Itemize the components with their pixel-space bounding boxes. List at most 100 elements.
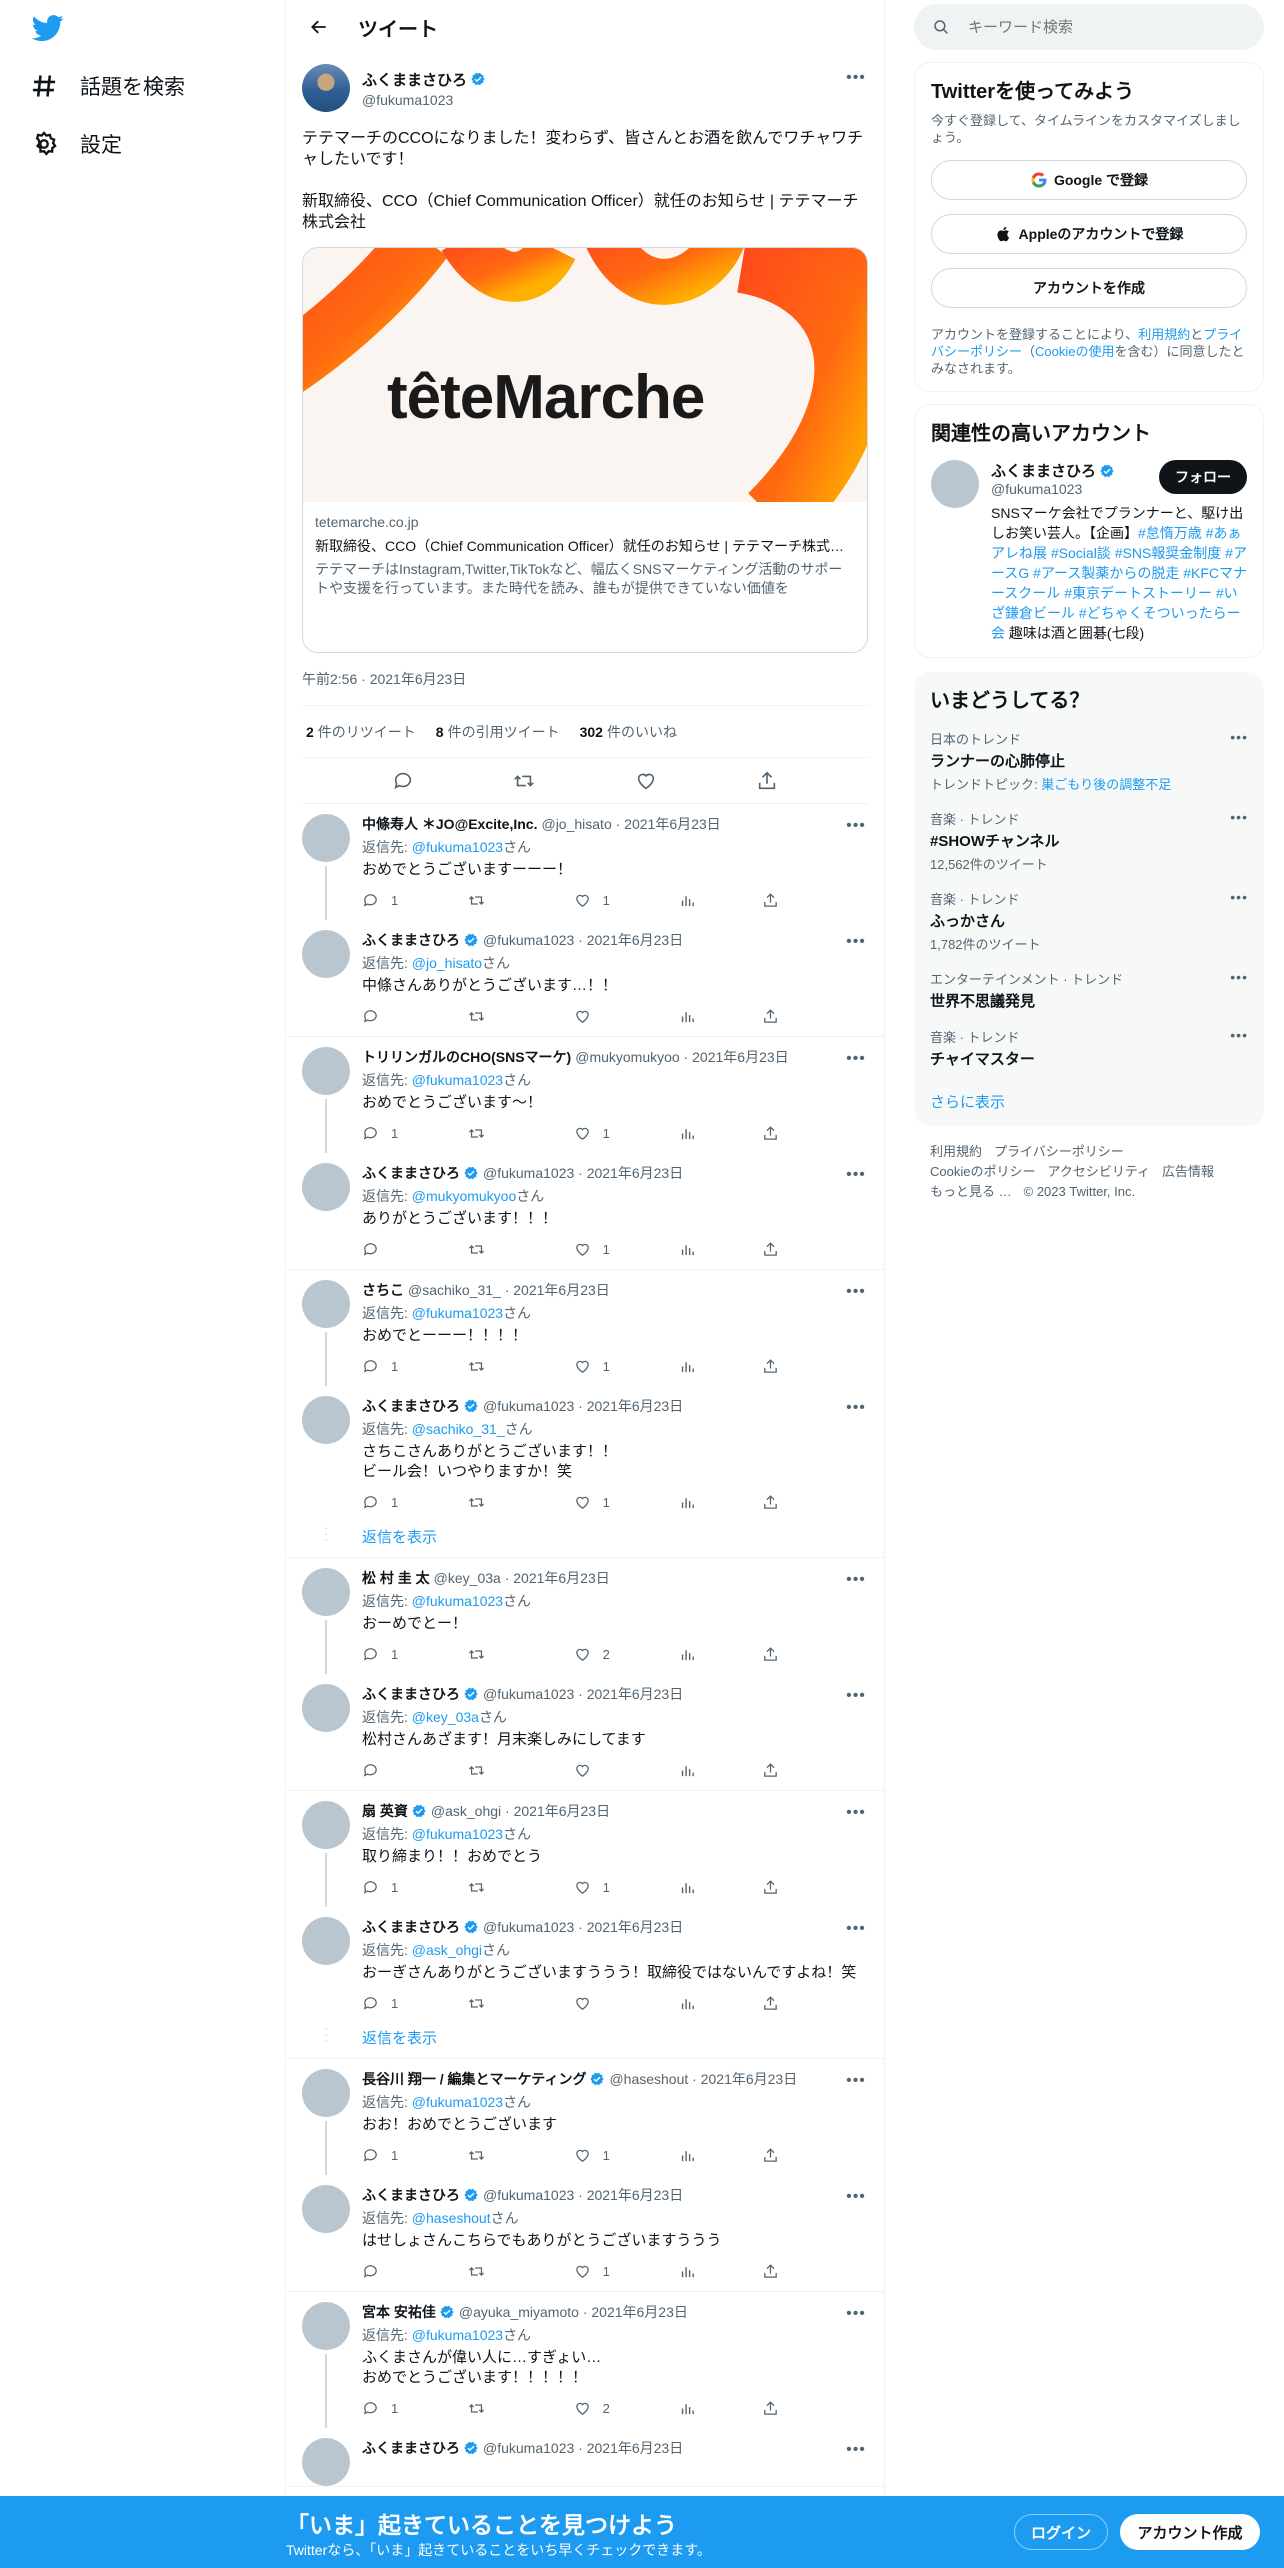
- more-options-icon[interactable]: •••: [1230, 969, 1248, 985]
- mention-link[interactable]: @fukuma1023: [412, 839, 503, 855]
- reply-button[interactable]: [362, 2263, 468, 2280]
- retweet-button[interactable]: [468, 1762, 574, 1779]
- analytics-button[interactable]: [679, 1995, 762, 2012]
- retweet-count-link[interactable]: 2 件のリツイート: [306, 722, 416, 742]
- mention-link[interactable]: @ask_ohgi: [412, 1942, 482, 1958]
- reply-tweet[interactable]: ふくままさひろ @fukuma1023 · 2021年6月23日 •••: [286, 2428, 884, 2486]
- related-account[interactable]: ふくままさひろ @fukuma1023 SNSマーケ会社でプランナーと、駆け出し…: [931, 460, 1247, 643]
- retweet-button[interactable]: [468, 892, 574, 909]
- mention-link[interactable]: @jo_hisato: [412, 955, 482, 971]
- retweet-button[interactable]: [468, 2400, 574, 2417]
- avatar[interactable]: [302, 64, 350, 112]
- reply-meta[interactable]: @haseshout · 2021年6月23日: [609, 2069, 797, 2089]
- share-button[interactable]: [762, 2263, 868, 2280]
- share-button[interactable]: [762, 1008, 868, 1025]
- more-options-icon[interactable]: •••: [1230, 889, 1248, 905]
- footer-link[interactable]: 利用規約: [930, 1144, 982, 1159]
- reply-meta[interactable]: @fukuma1023 · 2021年6月23日: [483, 1163, 683, 1183]
- avatar[interactable]: [302, 814, 350, 862]
- reply-meta[interactable]: @fukuma1023 · 2021年6月23日: [483, 2185, 683, 2205]
- reply-tweet[interactable]: ふくままさひろ @fukuma1023 · 2021年6月23日 返信先: @ha…: [286, 2175, 884, 2291]
- reply-button[interactable]: [362, 1008, 468, 1025]
- share-button[interactable]: [762, 1125, 868, 1142]
- reply-author-name[interactable]: ふくままさひろ: [362, 2438, 460, 2458]
- trend-item[interactable]: エンターテインメント · トレンド 世界不思議発見 •••: [930, 969, 1248, 1011]
- more-options-icon[interactable]: •••: [844, 1398, 868, 1418]
- analytics-button[interactable]: [679, 1241, 762, 1258]
- show-more-link[interactable]: さらに表示: [930, 1091, 1248, 1112]
- like-button[interactable]: 2: [574, 1646, 680, 1663]
- analytics-button[interactable]: [679, 2263, 762, 2280]
- mention-link[interactable]: @mukyomukyoo: [412, 1188, 516, 1204]
- like-button[interactable]: [574, 1995, 680, 2012]
- reply-author-name[interactable]: 扇 英資: [362, 1801, 408, 1821]
- reply-tweet[interactable]: ふくままさひろ @fukuma1023 · 2021年6月23日 返信先: @as…: [286, 1907, 884, 2023]
- cookie-link[interactable]: Cookieの使用: [1035, 344, 1114, 359]
- share-button[interactable]: [762, 1358, 868, 1375]
- trend-item[interactable]: 音楽 · トレンド #SHOWチャンネル 12,562件のツイート •••: [930, 809, 1248, 873]
- footer-link[interactable]: Cookieのポリシー: [930, 1164, 1035, 1179]
- like-button[interactable]: 1: [574, 1241, 680, 1258]
- like-button[interactable]: 1: [574, 2147, 680, 2164]
- avatar[interactable]: [931, 460, 979, 508]
- create-account-button[interactable]: アカウントを作成: [931, 268, 1247, 308]
- bio-hashtags[interactable]: #怠惰万歳 #あぁアレね展 #Social談 #SNS報奨金制度 #アースG #…: [991, 525, 1247, 641]
- back-button[interactable]: [302, 10, 336, 44]
- retweet-button[interactable]: [468, 2147, 574, 2164]
- reply-meta[interactable]: @fukuma1023 · 2021年6月23日: [483, 930, 683, 950]
- reply-author-name[interactable]: ふくままさひろ: [362, 2185, 460, 2205]
- reply-author-name[interactable]: 長谷川 翔一 / 編集とマーケティング: [362, 2069, 586, 2089]
- mention-link[interactable]: @fukuma1023: [412, 2094, 503, 2110]
- analytics-button[interactable]: [679, 1494, 762, 1511]
- more-options-icon[interactable]: •••: [844, 2304, 868, 2324]
- google-signup-button[interactable]: Google で登録: [931, 160, 1247, 200]
- retweet-button[interactable]: [468, 1494, 574, 1511]
- more-options-icon[interactable]: •••: [844, 1570, 868, 1590]
- avatar[interactable]: [302, 930, 350, 978]
- reply-author-name[interactable]: 中條寿人 ＊JO@Excite,Inc.: [362, 814, 537, 834]
- more-options-icon[interactable]: •••: [844, 1165, 868, 1185]
- like-icon[interactable]: [635, 770, 657, 792]
- trend-item[interactable]: 音楽 · トレンド ふっかさん 1,782件のツイート •••: [930, 889, 1248, 953]
- share-button[interactable]: [762, 2147, 868, 2164]
- share-button[interactable]: [762, 1879, 868, 1896]
- more-options-icon[interactable]: •••: [844, 816, 868, 836]
- share-icon[interactable]: [756, 770, 778, 792]
- avatar[interactable]: [302, 1280, 350, 1328]
- mention-link[interactable]: @fukuma1023: [412, 1826, 503, 1842]
- avatar[interactable]: [302, 2302, 350, 2350]
- reply-tweet[interactable]: ふくままさひろ @fukuma1023 · 2021年6月23日 返信先: @mu…: [286, 1153, 884, 1269]
- avatar[interactable]: [302, 1568, 350, 1616]
- mention-link[interactable]: @fukuma1023: [412, 1305, 503, 1321]
- reply-button[interactable]: 1: [362, 2400, 468, 2417]
- avatar[interactable]: [302, 1047, 350, 1095]
- avatar[interactable]: [302, 1396, 350, 1444]
- share-button[interactable]: [762, 1494, 868, 1511]
- like-button[interactable]: 1: [574, 1125, 680, 1142]
- reply-tweet[interactable]: ふくままさひろ @fukuma1023 · 2021年6月23日 返信先: @sa…: [286, 1386, 884, 1522]
- reply-tweet[interactable]: ふくままさひろ @fukuma1023 · 2021年6月23日 返信先: @jo…: [286, 920, 884, 1036]
- share-button[interactable]: [762, 1995, 868, 2012]
- reply-tweet[interactable]: 長谷川 翔一 / 編集とマーケティング @haseshout · 2021年6月2…: [286, 2059, 884, 2175]
- reply-author-name[interactable]: ふくままさひろ: [362, 930, 460, 950]
- more-options-icon[interactable]: •••: [844, 2440, 868, 2460]
- more-options-icon[interactable]: •••: [1230, 1027, 1248, 1043]
- reply-tweet[interactable]: トリリンガルのCHO(SNSマーケ) @mukyomukyoo · 2021年6月…: [286, 1037, 884, 1153]
- mention-link[interactable]: @key_03a: [412, 1709, 479, 1725]
- footer-link[interactable]: アクセシビリティ: [1047, 1164, 1150, 1179]
- reply-button[interactable]: 1: [362, 1646, 468, 1663]
- analytics-button[interactable]: [679, 1125, 762, 1142]
- reply-meta[interactable]: @sachiko_31_ · 2021年6月23日: [408, 1280, 610, 1300]
- reply-icon[interactable]: [392, 770, 414, 792]
- trend-topic-link[interactable]: 巣ごもり後の調整不足: [1041, 777, 1171, 792]
- like-button[interactable]: [574, 1008, 680, 1025]
- reply-tweet[interactable]: ふくままさひろ @fukuma1023 · 2021年6月23日 返信先: @ke…: [286, 1674, 884, 1790]
- nav-settings[interactable]: 設定: [30, 124, 122, 164]
- reply-author-name[interactable]: 宮本 安祐佳: [362, 2302, 436, 2322]
- retweet-button[interactable]: [468, 1008, 574, 1025]
- login-button[interactable]: ログイン: [1014, 2514, 1108, 2550]
- reply-meta[interactable]: @jo_hisato · 2021年6月23日: [541, 814, 720, 834]
- analytics-button[interactable]: [679, 1008, 762, 1025]
- avatar[interactable]: [302, 2069, 350, 2117]
- reply-meta[interactable]: @ayuka_miyamoto · 2021年6月23日: [459, 2302, 688, 2322]
